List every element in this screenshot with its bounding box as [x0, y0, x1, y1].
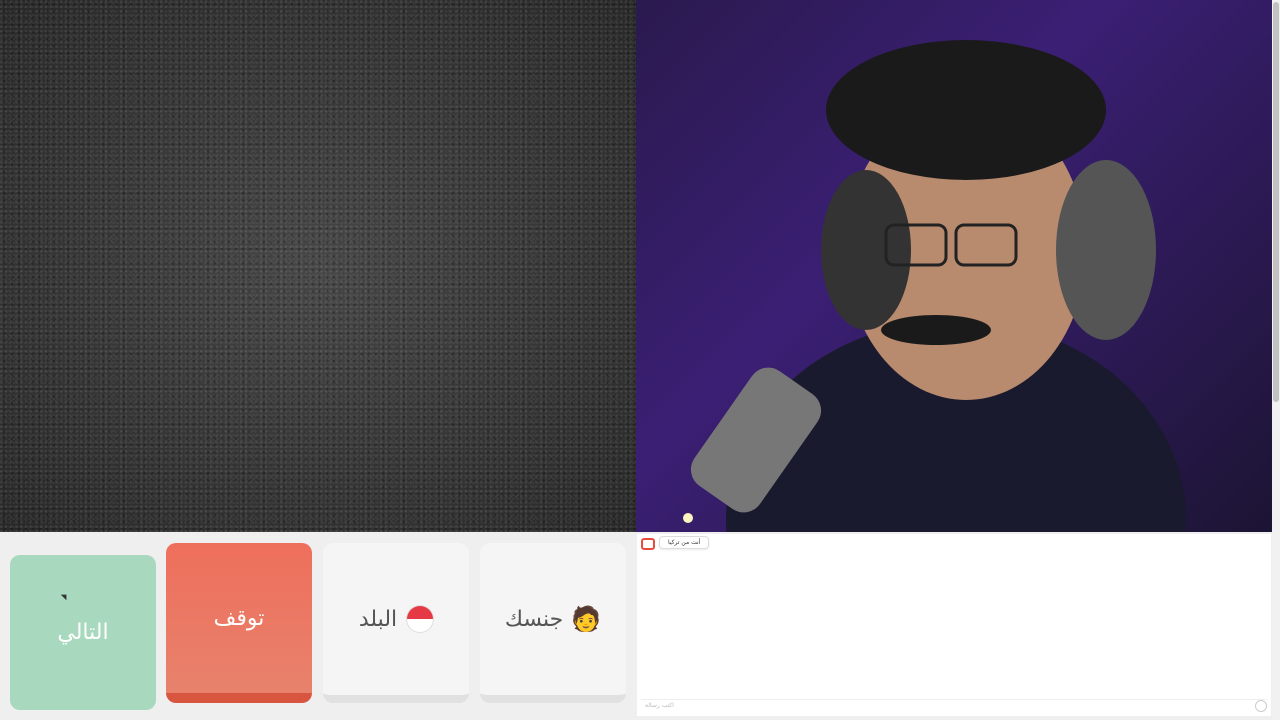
stop-button[interactable]: توقف [166, 543, 312, 703]
scrollbar[interactable] [1272, 0, 1280, 720]
gender-label: جنسك [504, 606, 564, 632]
gender-filter-button[interactable]: جنسك 🧑 [480, 543, 626, 703]
logo-icon [641, 538, 655, 550]
flag-icon [407, 606, 434, 632]
self-video-image [683, 40, 1186, 532]
person-icon: 🧑 [571, 605, 602, 633]
next-label: التالي [57, 620, 109, 645]
chat-input[interactable]: اكتب رسالة [641, 699, 1267, 712]
status-message: أنت من تركيا [659, 536, 710, 549]
stop-label: توقف [213, 605, 265, 631]
send-icon[interactable] [1255, 700, 1267, 712]
self-video [636, 0, 1272, 532]
scrollbar-thumb[interactable] [1273, 2, 1279, 402]
next-button[interactable]: التالي [10, 555, 156, 710]
chat-panel: أنت من تركيا اكتب رسالة [637, 534, 1271, 716]
country-filter-button[interactable]: البلد [323, 543, 469, 703]
partner-video [0, 0, 636, 532]
country-label: البلد [358, 606, 398, 632]
